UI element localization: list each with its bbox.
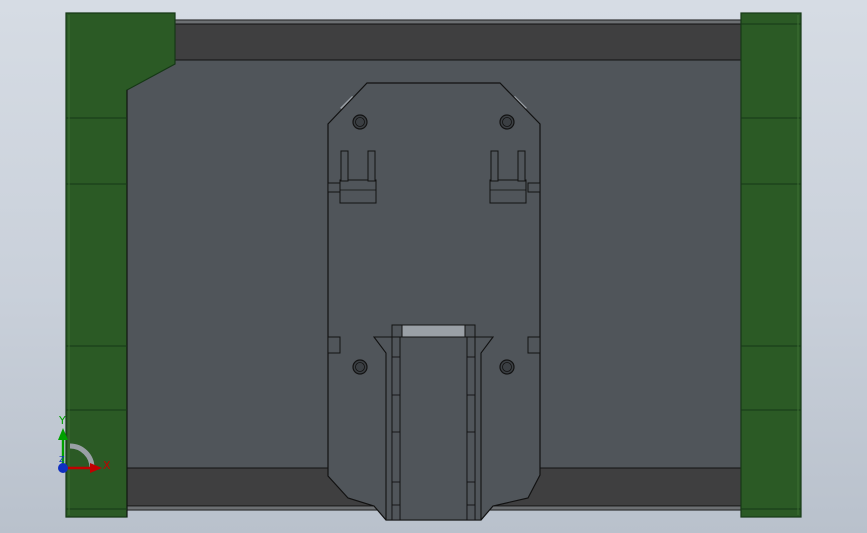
y-axis-label: Y [58, 414, 66, 427]
center-fixture[interactable] [327, 82, 541, 521]
bolt-hole-bottom-right[interactable] [499, 359, 515, 375]
notch-left-lower [327, 336, 341, 354]
bolt-hole-top-right[interactable] [499, 114, 515, 130]
z-axis-dot [58, 463, 68, 473]
channel-highlight-edge [401, 324, 466, 338]
cad-viewport[interactable]: Y X Z [0, 0, 867, 533]
bolt-hole-top-left[interactable] [352, 114, 368, 130]
x-axis-label: X [103, 459, 111, 472]
notch-right-upper [527, 182, 541, 193]
top-rail[interactable] [123, 19, 743, 61]
notch-left-upper [327, 182, 341, 193]
notch-right-lower [527, 336, 541, 354]
right-clamp-block[interactable] [740, 12, 802, 518]
z-axis-label: Z [59, 455, 65, 464]
bolt-hole-bottom-left[interactable] [352, 359, 368, 375]
slide-channel[interactable] [372, 324, 495, 521]
